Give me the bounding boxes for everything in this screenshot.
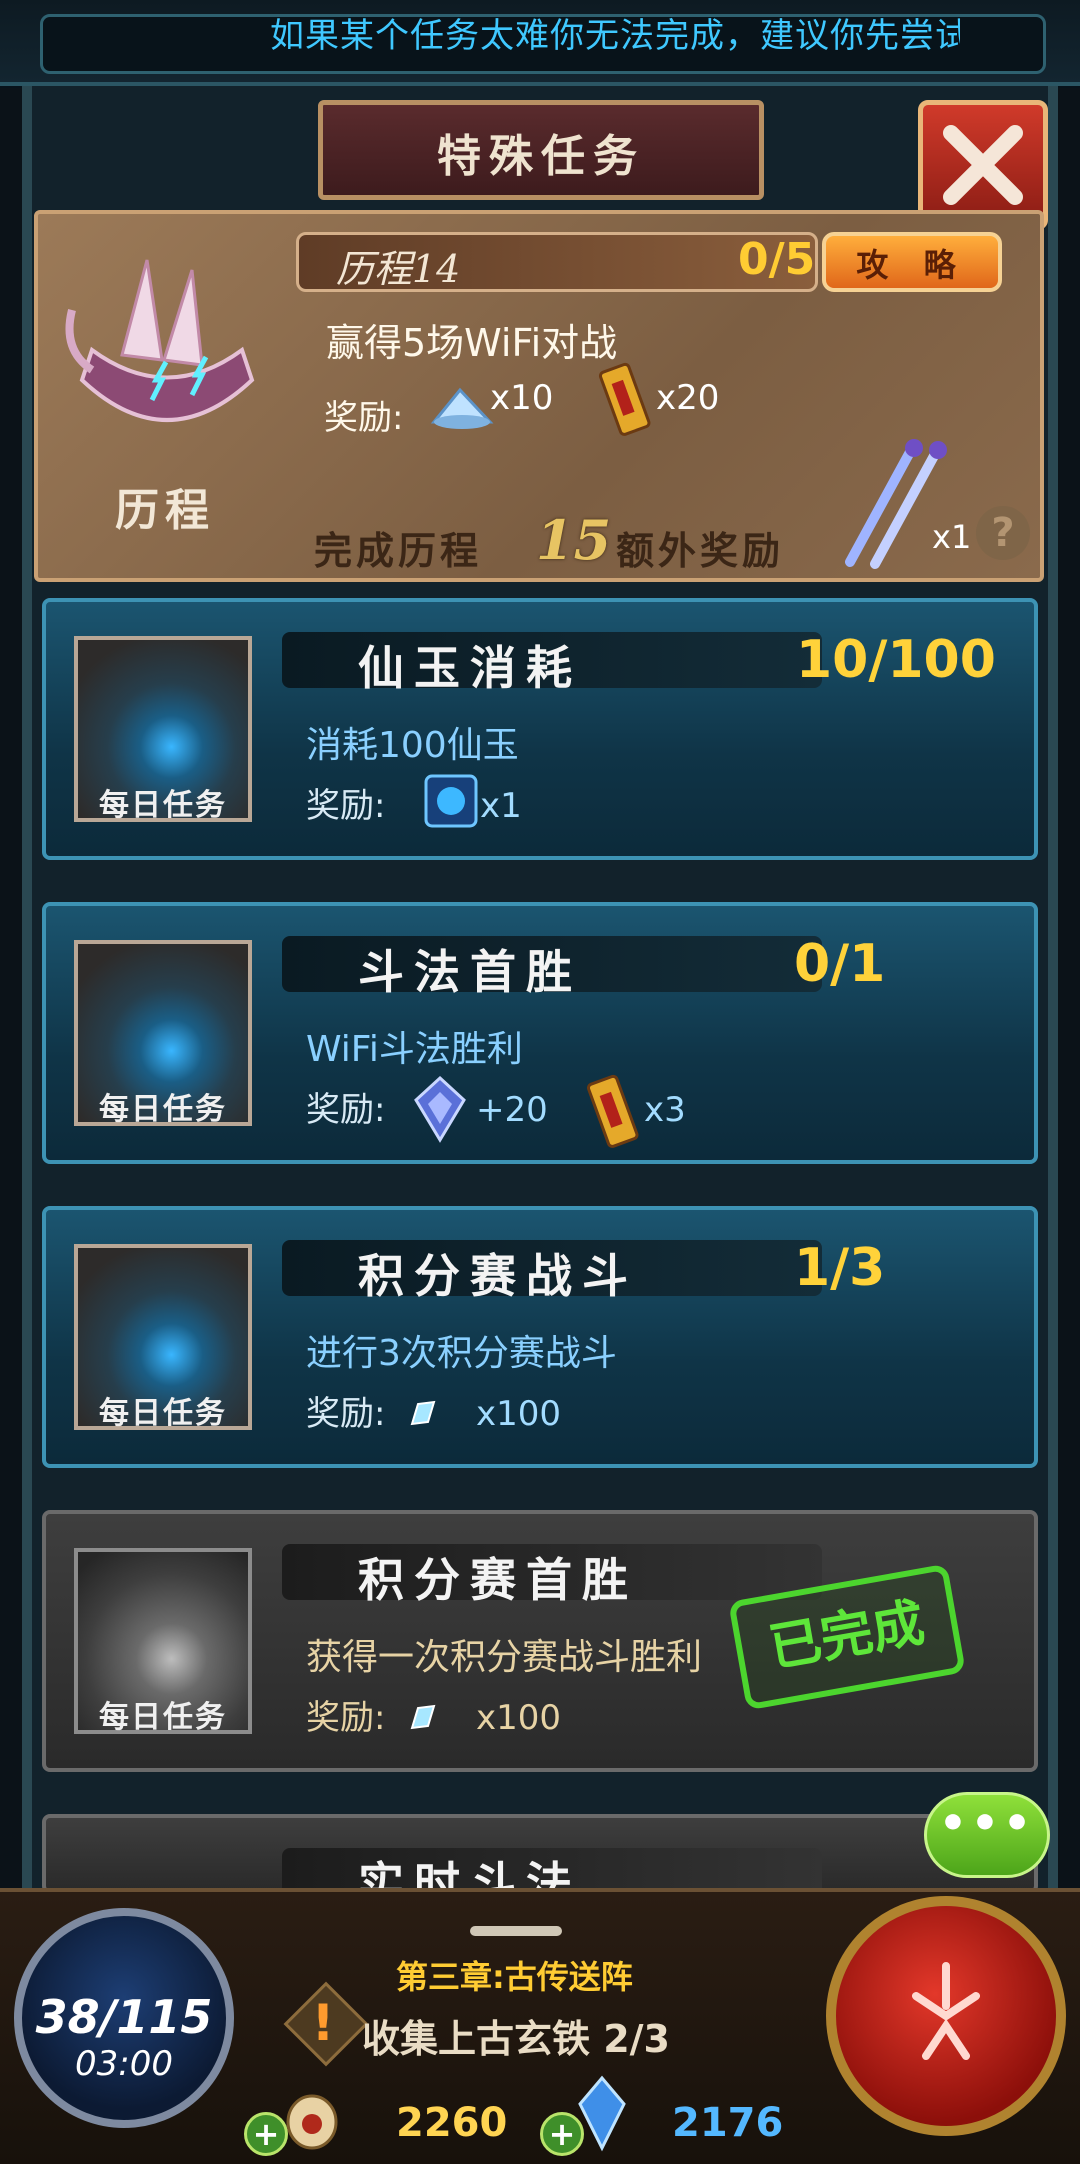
- task-progress: 0/1: [794, 934, 886, 994]
- task-title: 仙玉消耗: [358, 641, 582, 695]
- scroll-icon: [586, 1074, 639, 1148]
- task-reward-label: 奖励:: [306, 786, 386, 826]
- rune-icon: [912, 1962, 980, 2060]
- task-type-label: 每日任务: [99, 1700, 227, 1735]
- task-description: 消耗100仙玉: [306, 725, 519, 766]
- shard-icon: [410, 1704, 436, 1730]
- window-title: 特殊任务: [437, 131, 645, 182]
- task-card[interactable]: 每日任务 积分赛首胜 获得一次积分赛战斗胜利 奖励: x100 已完成: [42, 1510, 1038, 1772]
- task-description: WiFi斗法胜利: [306, 1029, 523, 1070]
- task-type-label: 每日任务: [99, 788, 227, 823]
- close-icon: [943, 125, 1023, 205]
- level-counter: 38/115: [35, 1990, 213, 2044]
- task-reward-label: 奖励:: [306, 1090, 386, 1130]
- journey-extra-suffix: 额外奖励: [616, 528, 785, 573]
- ship-icon: [65, 259, 255, 422]
- task-reward-qty: x100: [476, 1698, 562, 1738]
- task-card[interactable]: 每日任务 积分赛战斗 1/3 进行3次积分赛战斗 奖励: x100: [42, 1206, 1038, 1468]
- task-reward-label: 奖励:: [306, 1698, 386, 1738]
- task-reward-qty: x1: [480, 786, 522, 826]
- crystal-pile-icon: [430, 387, 494, 429]
- blue-gem-icon: [578, 2075, 626, 2152]
- chapter-title[interactable]: 第三章:古传送阵: [396, 1952, 633, 1998]
- task-progress: 10/100: [796, 630, 996, 690]
- task-card[interactable]: 每日任务 仙玉消耗 10/100 消耗100仙玉 奖励: x1: [42, 598, 1038, 860]
- journey-reward-qty: x10: [490, 378, 554, 418]
- level-timer: 03:00: [75, 2044, 173, 2084]
- gem-balance: 2176: [672, 2100, 784, 2146]
- task-title: 斗法首胜: [358, 945, 582, 999]
- task-card[interactable]: 实时斗法: [42, 1814, 1038, 1894]
- task-card[interactable]: 每日任务 斗法首胜 0/1 WiFi斗法胜利 奖励: +20 x3: [42, 902, 1038, 1164]
- journey-description: 赢得5场WiFi对战: [326, 321, 618, 365]
- quest-tracker[interactable]: 收集上古玄铁 2/3: [362, 2008, 670, 2063]
- jade-gem-icon: [414, 1075, 466, 1143]
- task-progress: 1/3: [794, 1238, 886, 1298]
- task-reward-label: 奖励:: [306, 1394, 386, 1434]
- announcement-text: 如果某个任务太难你无法完成，建议你先尝试: [270, 16, 960, 56]
- task-description: 进行3次积分赛战斗: [306, 1333, 617, 1374]
- journey-badge-label: 历程: [115, 485, 215, 536]
- task-type-label: 每日任务: [99, 1396, 227, 1431]
- blue-cube-icon: [424, 774, 478, 828]
- exclamation-icon: !: [311, 1994, 335, 2052]
- task-title: 积分赛首胜: [358, 1553, 638, 1607]
- task-reward-qty: +20: [476, 1090, 548, 1130]
- journey-progress: 0/5: [738, 234, 816, 285]
- journey-extra-qty: x1: [932, 518, 972, 556]
- coin-balance: 2260: [396, 2100, 508, 2146]
- journey-extra-number: 15: [536, 508, 612, 572]
- task-title: 积分赛战斗: [358, 1249, 638, 1303]
- task-type-label: 每日任务: [99, 1092, 227, 1127]
- journey-name: 历程14: [336, 247, 461, 291]
- journey-extra-prefix: 完成历程: [314, 528, 483, 573]
- task-description: 获得一次积分赛战斗胜利: [306, 1637, 703, 1678]
- task-reward-qty: x3: [644, 1090, 686, 1130]
- journey-reward-qty: x20: [656, 378, 720, 418]
- chat-icon[interactable]: •••: [924, 1798, 1050, 1849]
- journey-reward-label: 奖励:: [324, 398, 404, 438]
- task-reward-qty: x100: [476, 1394, 562, 1434]
- scroll-icon: [598, 362, 651, 436]
- scroll-handle[interactable]: [470, 1926, 562, 1936]
- coin-pouch-icon: [286, 2094, 338, 2150]
- guide-button-label[interactable]: 攻 略: [822, 240, 1002, 286]
- shard-icon: [410, 1400, 436, 1426]
- help-icon[interactable]: ?: [976, 506, 1030, 560]
